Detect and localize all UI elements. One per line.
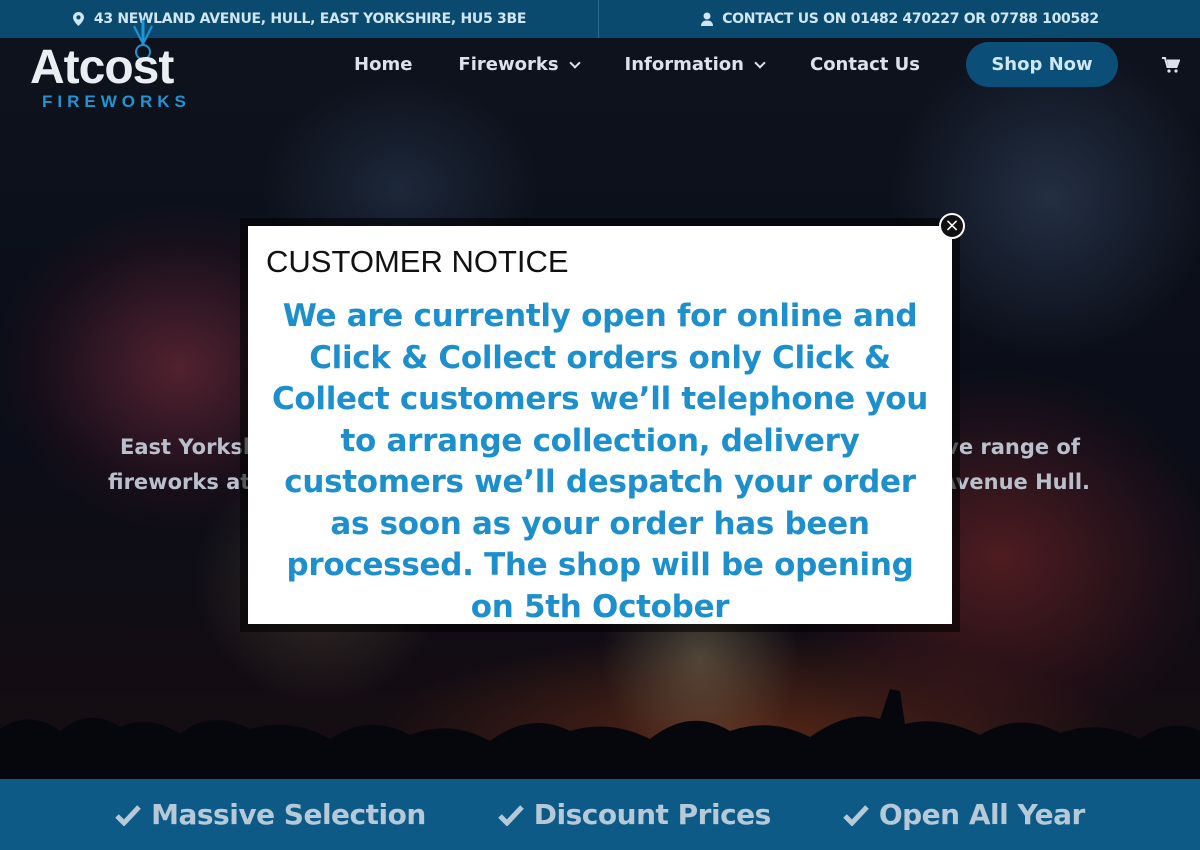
main-navigation: Home Fireworks Information Contact Us Sh…	[354, 42, 1180, 87]
close-modal-button[interactable]: ×	[939, 213, 965, 239]
feature-label: Open All Year	[878, 798, 1086, 831]
nav-contact-label: Contact Us	[809, 54, 920, 75]
hero-text-line1-right: ve range of	[945, 435, 1080, 459]
user-icon	[700, 12, 714, 26]
modal-title: CUSTOMER NOTICE	[266, 244, 569, 279]
logo-subtitle: FIREWORKS	[42, 92, 191, 111]
feature-label: Massive Selection	[151, 798, 426, 831]
contact-text: CONTACT US ON 01482 470227 OR 07788 1005…	[722, 11, 1099, 27]
site-logo[interactable]: Atcost FIREWORKS	[30, 20, 220, 112]
feature-discount-prices: Discount Prices	[498, 798, 771, 831]
feature-label: Discount Prices	[533, 798, 772, 831]
checkmark-icon	[843, 804, 869, 826]
logo-wordmark: Atcost	[30, 41, 174, 94]
customer-notice-modal: CUSTOMER NOTICE We are currently open fo…	[248, 226, 952, 625]
chevron-down-icon	[754, 56, 766, 69]
contact-block[interactable]: CONTACT US ON 01482 470227 OR 07788 1005…	[599, 0, 1200, 38]
nav-contact-us[interactable]: Contact Us	[810, 54, 920, 75]
feature-massive-selection: Massive Selection	[115, 798, 426, 831]
crowd-silhouette	[0, 689, 1200, 779]
chevron-down-icon	[568, 56, 581, 69]
nav-home[interactable]: Home	[354, 54, 412, 75]
nav-information[interactable]: Information	[624, 54, 766, 75]
shop-now-button[interactable]: Shop Now	[966, 42, 1118, 87]
nav-fireworks-label: Fireworks	[458, 54, 559, 75]
modal-message: We are currently open for online and Cli…	[271, 298, 929, 625]
checkmark-icon	[498, 804, 524, 826]
hero-text-line1-left: East Yorksl	[120, 435, 251, 459]
nav-home-label: Home	[354, 54, 413, 75]
nav-information-label: Information	[624, 54, 744, 75]
features-bar: Massive Selection Discount Prices Open A…	[0, 779, 1200, 850]
feature-open-all-year: Open All Year	[843, 798, 1085, 831]
hero-text-line2-right: Avenue Hull.	[940, 470, 1090, 494]
shopping-cart-icon[interactable]	[1162, 56, 1180, 74]
checkmark-icon	[115, 804, 141, 826]
nav-fireworks[interactable]: Fireworks	[458, 54, 581, 75]
hero-text-line2-left: fireworks at	[108, 470, 251, 494]
